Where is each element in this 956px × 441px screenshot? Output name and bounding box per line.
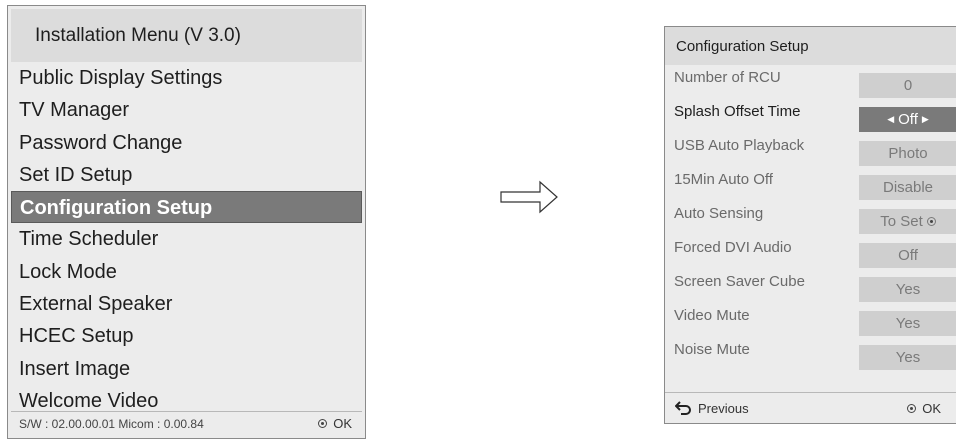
setting-value-text: Photo (888, 145, 928, 162)
setting-value[interactable]: ◀ Off ▶ (859, 107, 956, 132)
left-arrow-icon[interactable]: ◀ (887, 114, 894, 125)
ok-label: OK (922, 400, 941, 416)
setting-label: Video Mute (674, 307, 750, 324)
setting-row-forced-dvi-audio[interactable]: Forced DVI Audio Off (665, 235, 956, 269)
setting-value[interactable]: 0 (859, 73, 956, 98)
previous-button[interactable]: Previous (675, 401, 749, 416)
ok-button-icon (318, 419, 328, 428)
setting-value-text: Off (898, 111, 918, 128)
setting-value-text: To Set (880, 213, 923, 230)
setting-value[interactable]: Disable (859, 175, 956, 200)
configuration-setup-title: Configuration Setup (665, 27, 956, 65)
setting-value[interactable]: Off (859, 243, 956, 268)
setting-value[interactable]: Yes (859, 345, 956, 370)
setting-row-screen-saver-cube[interactable]: Screen Saver Cube Yes (665, 269, 956, 303)
ok-button-icon (907, 403, 917, 413)
menu-item-password-change[interactable]: Password Change (11, 127, 362, 159)
setting-value[interactable]: Photo (859, 141, 956, 166)
setting-value[interactable]: Yes (859, 311, 956, 336)
menu-item-set-id-setup[interactable]: Set ID Setup (11, 159, 362, 191)
ok-button[interactable]: OK (318, 416, 352, 431)
menu-item-external-speaker[interactable]: External Speaker (11, 288, 362, 320)
menu-item-tv-manager[interactable]: TV Manager (11, 94, 362, 126)
right-arrow-icon[interactable]: ▶ (922, 114, 929, 125)
setting-row-noise-mute[interactable]: Noise Mute Yes (665, 337, 956, 371)
setting-label: Noise Mute (674, 341, 750, 358)
configuration-setup-footer: Previous OK (665, 392, 956, 423)
setting-value-text: Disable (882, 179, 934, 196)
setting-value-text: Off (898, 247, 918, 264)
setting-row-number-of-rcu[interactable]: Number of RCU 0 (665, 65, 956, 99)
setting-value-text: 0 (903, 77, 913, 94)
previous-label: Previous (698, 400, 749, 416)
menu-item-insert-image[interactable]: Insert Image (11, 353, 362, 385)
installation-menu-list: Public Display Settings TV Manager Passw… (11, 62, 362, 417)
setting-row-auto-sensing[interactable]: Auto Sensing To Set (665, 201, 956, 235)
ok-label: OK (333, 416, 352, 431)
back-icon (675, 401, 691, 415)
setting-value-text: Yes (895, 315, 921, 332)
installation-menu-title: Installation Menu (V 3.0) (11, 9, 362, 62)
installation-menu-panel: Installation Menu (V 3.0) Public Display… (7, 5, 366, 439)
setting-label: Splash Offset Time (674, 103, 801, 120)
menu-item-lock-mode[interactable]: Lock Mode (11, 256, 362, 288)
setting-row-usb-auto-playback[interactable]: USB Auto Playback Photo (665, 133, 956, 167)
setting-label: Number of RCU (674, 69, 781, 86)
ok-button[interactable]: OK (907, 401, 941, 416)
menu-item-public-display-settings[interactable]: Public Display Settings (11, 62, 362, 94)
setting-value-text: Yes (895, 349, 921, 366)
menu-item-configuration-setup[interactable]: Configuration Setup (11, 191, 362, 224)
setting-label: USB Auto Playback (674, 137, 805, 154)
setting-row-splash-offset-time[interactable]: Splash Offset Time ◀ Off ▶ (665, 99, 956, 133)
setting-value[interactable]: Yes (859, 277, 956, 302)
installation-menu-footer: S/W : 02.00.00.01 Micom : 0.00.84 OK (11, 411, 362, 435)
menu-item-time-scheduler[interactable]: Time Scheduler (11, 223, 362, 255)
setting-label: 15Min Auto Off (674, 171, 773, 188)
setting-label: Forced DVI Audio (674, 239, 792, 256)
setting-row-15min-auto-off[interactable]: 15Min Auto Off Disable (665, 167, 956, 201)
setting-value-text: Yes (895, 281, 921, 298)
setting-label: Screen Saver Cube (674, 273, 805, 290)
setting-value[interactable]: To Set (859, 209, 956, 234)
version-info: S/W : 02.00.00.01 Micom : 0.00.84 (19, 416, 204, 431)
setting-row-video-mute[interactable]: Video Mute Yes (665, 303, 956, 337)
setting-label: Auto Sensing (674, 205, 764, 222)
right-arrow-icon (500, 180, 558, 214)
ok-button-icon (926, 217, 936, 226)
configuration-setup-panel: Configuration Setup Number of RCU 0 Spla… (664, 26, 956, 424)
menu-item-hcec-setup[interactable]: HCEC Setup (11, 320, 362, 352)
